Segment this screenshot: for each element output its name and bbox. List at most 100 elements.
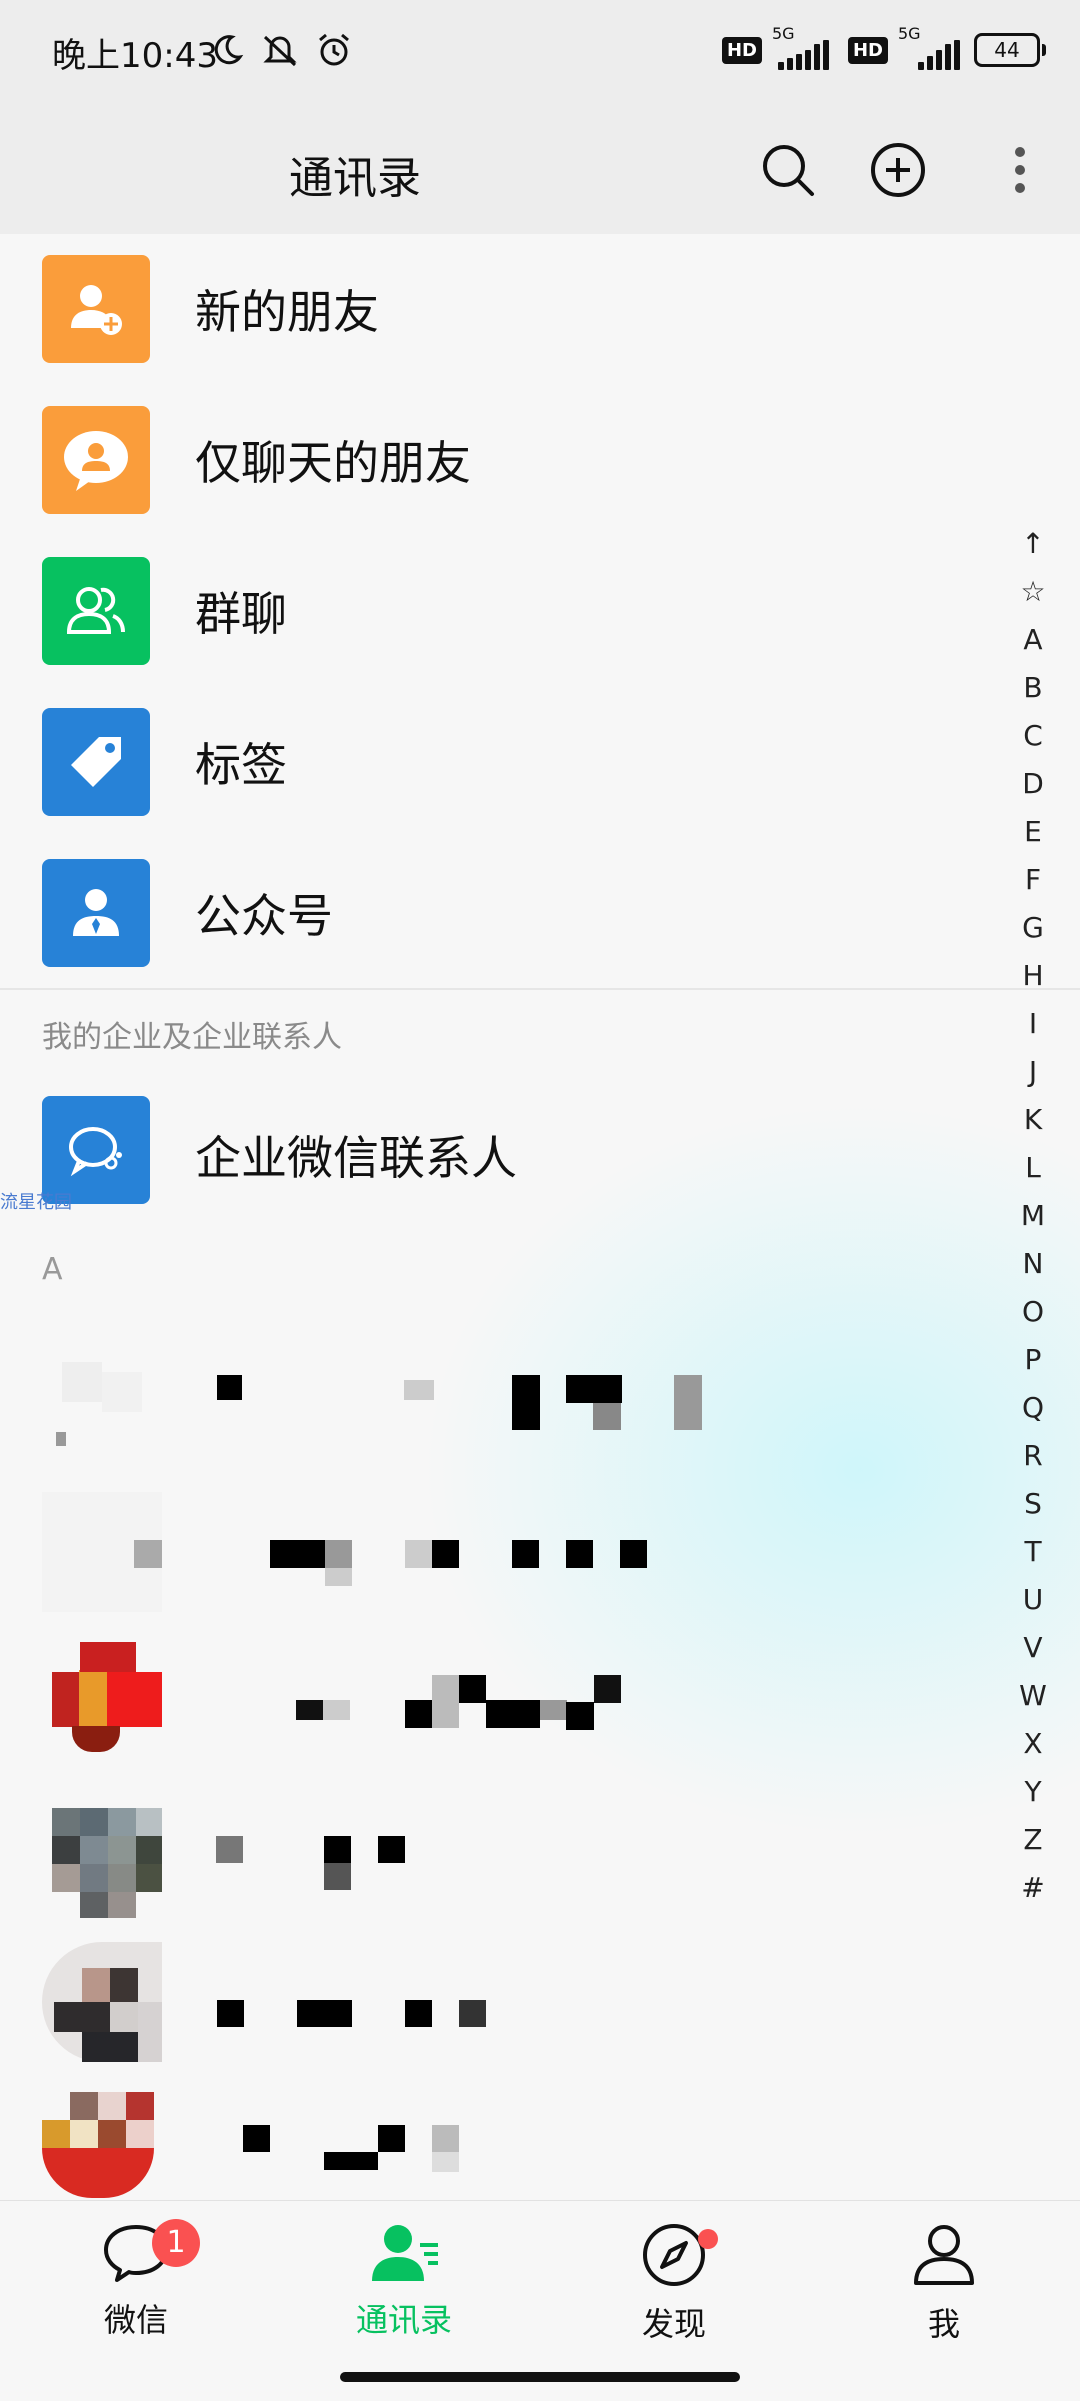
divider — [0, 988, 1080, 990]
floating-text: 流星花园 — [0, 1192, 72, 1213]
index-letter[interactable]: N — [998, 1240, 1068, 1288]
contact-row[interactable] — [0, 2070, 1030, 2200]
redacted-name — [378, 1836, 405, 1863]
redacted-name — [566, 1375, 622, 1403]
redacted-name — [432, 2125, 459, 2152]
index-letter[interactable]: Y — [998, 1768, 1068, 1816]
redacted-name — [243, 2125, 270, 2152]
redacted-name — [620, 1540, 647, 1568]
contact-row[interactable] — [0, 1770, 1030, 1920]
contact-row[interactable] — [0, 1470, 1030, 1620]
index-letter[interactable]: G — [998, 904, 1068, 952]
contact-row[interactable] — [0, 1620, 1030, 1770]
index-letter[interactable]: I — [998, 1000, 1068, 1048]
alphabet-index-bar[interactable]: ↑ ☆ A B C D E F G H I J K L M N O P Q R S T U V W X Y Z # — [998, 520, 1068, 1912]
page-title: 通讯录 — [289, 153, 421, 204]
index-letter[interactable]: H — [998, 952, 1068, 1000]
header: 通讯录 — [0, 110, 1080, 234]
plus-circle-icon — [871, 143, 925, 197]
status-right: HD 5G HD 5G 44 — [721, 24, 1046, 70]
add-button[interactable] — [868, 140, 928, 200]
redacted-name — [296, 1700, 323, 1720]
tab-discover[interactable]: 发现 — [574, 2221, 774, 2345]
signal-icon: 5G — [772, 24, 838, 70]
unread-badge: 1 — [152, 2219, 200, 2267]
tab-contacts-label: 通讯录 — [355, 2301, 452, 2339]
new-friends-item[interactable]: 新的朋友 — [0, 234, 1030, 384]
tags-label: 标签 — [195, 738, 287, 792]
redacted-name — [217, 2000, 244, 2027]
contact-row[interactable] — [0, 1920, 1030, 2070]
index-letter[interactable]: X — [998, 1720, 1068, 1768]
battery-indicator: 44 — [974, 33, 1046, 67]
avatar — [52, 1808, 162, 1918]
avatar — [42, 1492, 162, 1612]
index-letter[interactable]: K — [998, 1096, 1068, 1144]
official-account-icon — [42, 859, 150, 967]
index-letter[interactable]: D — [998, 760, 1068, 808]
index-letter[interactable]: J — [998, 1048, 1068, 1096]
hd-badge: HD — [721, 36, 762, 64]
official-accounts-item[interactable]: 公众号 — [0, 838, 1030, 988]
moon-icon — [214, 34, 244, 64]
index-letter[interactable]: P — [998, 1336, 1068, 1384]
more-button[interactable] — [1000, 140, 1040, 200]
tab-chats[interactable]: 微信 1 — [36, 2219, 236, 2341]
redacted-name — [324, 1836, 351, 1863]
chat-only-friends-item[interactable]: 仅聊天的朋友 — [0, 385, 1030, 535]
tags-item[interactable]: 标签 — [0, 687, 1030, 837]
index-letter[interactable]: ☆ — [998, 568, 1068, 616]
avatar — [52, 1642, 162, 1762]
redacted-name — [270, 1540, 325, 1568]
index-letter[interactable]: C — [998, 712, 1068, 760]
index-letter[interactable]: V — [998, 1624, 1068, 1672]
redacted-name — [297, 2000, 352, 2027]
add-friend-icon — [42, 255, 150, 363]
redacted-name — [404, 1380, 434, 1400]
index-letter[interactable]: F — [998, 856, 1068, 904]
redacted-name — [674, 1375, 702, 1430]
index-letter[interactable]: W — [998, 1672, 1068, 1720]
new-dot — [698, 2229, 718, 2249]
index-letter[interactable]: A — [998, 616, 1068, 664]
contact-row[interactable] — [0, 1320, 1030, 1470]
redacted-name — [512, 1375, 540, 1430]
index-letter[interactable]: Q — [998, 1384, 1068, 1432]
index-letter[interactable]: B — [998, 664, 1068, 712]
redacted-name — [323, 1700, 350, 1720]
redacted-name — [378, 2125, 405, 2152]
index-letter[interactable]: L — [998, 1144, 1068, 1192]
index-letter[interactable]: Z — [998, 1816, 1068, 1864]
index-letter[interactable]: # — [998, 1864, 1068, 1912]
avatar — [42, 1342, 162, 1462]
redacted-name — [432, 1675, 459, 1728]
mute-icon — [263, 35, 297, 66]
redacted-name — [566, 1702, 594, 1730]
person-icon — [914, 2225, 974, 2285]
chat-only-friends-label: 仅聊天的朋友 — [195, 436, 471, 490]
index-letter[interactable]: U — [998, 1576, 1068, 1624]
wecom-contacts-label: 企业微信联系人 — [195, 1131, 517, 1185]
search-button[interactable] — [758, 140, 818, 200]
group-chat-item[interactable]: 群聊 — [0, 536, 1030, 686]
chat-only-icon — [42, 406, 150, 514]
redacted-name — [216, 1836, 243, 1863]
redacted-name — [324, 2152, 378, 2170]
bottom-tab-bar: 微信 1 通讯录 发现 我 — [0, 2200, 1080, 2401]
tab-me-label: 我 — [927, 2305, 960, 2343]
wecom-contacts-item[interactable]: 企业微信联系人 — [0, 1072, 1030, 1222]
home-indicator[interactable] — [340, 2372, 740, 2382]
index-letter[interactable]: E — [998, 808, 1068, 856]
index-letter[interactable]: T — [998, 1528, 1068, 1576]
index-letter[interactable]: M — [998, 1192, 1068, 1240]
new-friends-label: 新的朋友 — [195, 285, 379, 339]
index-letter[interactable]: ↑ — [998, 520, 1068, 568]
index-letter[interactable]: R — [998, 1432, 1068, 1480]
redacted-name — [405, 2000, 432, 2027]
redacted-name — [432, 1540, 459, 1568]
index-letter[interactable]: O — [998, 1288, 1068, 1336]
tab-me[interactable]: 我 — [844, 2221, 1044, 2345]
contacts-icon — [372, 2225, 438, 2281]
tab-contacts[interactable]: 通讯录 — [304, 2221, 504, 2341]
index-letter[interactable]: S — [998, 1480, 1068, 1528]
